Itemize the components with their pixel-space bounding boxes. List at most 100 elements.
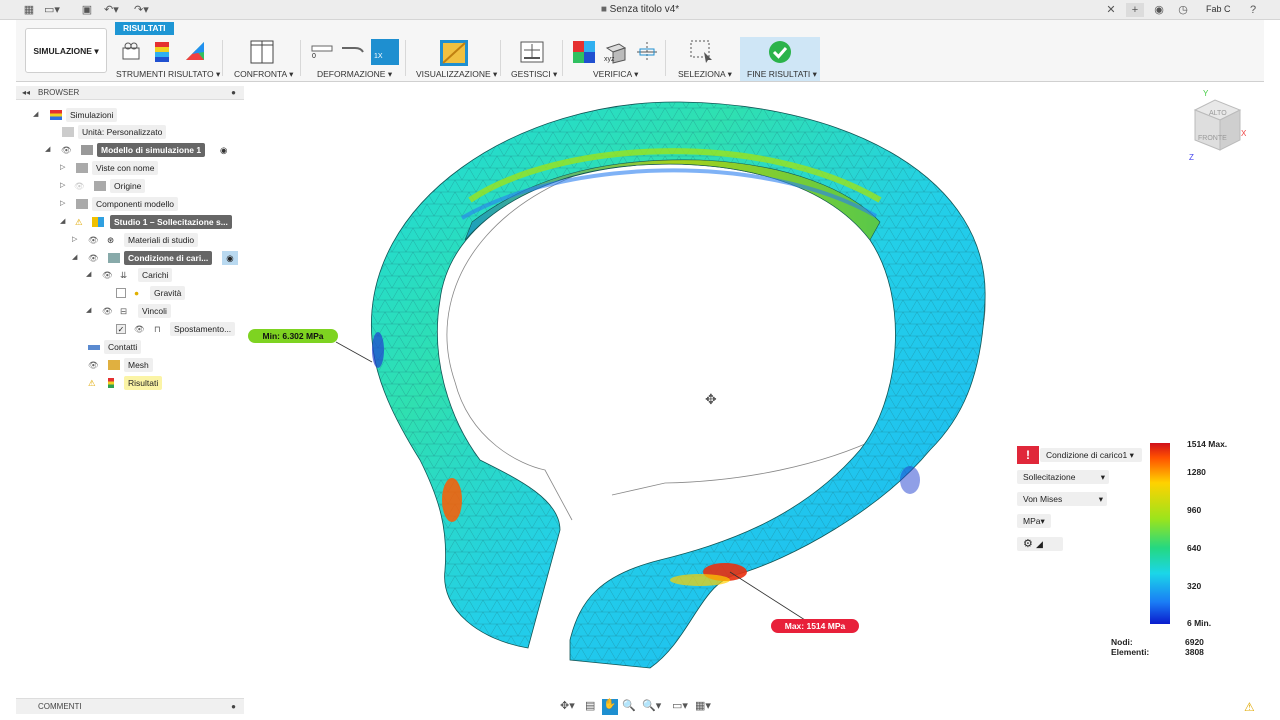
tree-gravita[interactable]: ● Gravità: [114, 286, 186, 300]
surface-plot-icon[interactable]: [184, 40, 208, 64]
tree-spostamento[interactable]: ✓ 👁 ⊓ Spostamento...: [114, 322, 236, 336]
collapsed-arrow-icon[interactable]: ▷: [60, 179, 65, 193]
group-seleziona[interactable]: SELEZIONA ▾: [678, 69, 732, 80]
group-confronta[interactable]: CONFRONTA ▾: [234, 69, 293, 80]
tree-modello[interactable]: ◢ 👁 Modello di simulazione 1 ◉: [45, 143, 227, 157]
checkbox[interactable]: [116, 288, 126, 298]
display-settings-icon[interactable]: ▭▾: [672, 699, 688, 712]
user-name[interactable]: Fab C: [1206, 4, 1231, 14]
grid-settings-icon[interactable]: ▦▾: [695, 699, 711, 712]
close-icon[interactable]: ✕: [1104, 3, 1118, 17]
group-strumenti-risultato[interactable]: STRUMENTI RISULTATO ▾: [116, 69, 220, 80]
tab-risultati[interactable]: RISULTATI: [115, 22, 174, 35]
expand-arrow-icon[interactable]: ◢: [86, 268, 91, 282]
warning-icon[interactable]: ⚠: [1244, 700, 1255, 714]
warning-alert-icon[interactable]: !: [1017, 446, 1039, 464]
group-visualizzazione[interactable]: VISUALIZZAZIONE ▾: [416, 69, 497, 80]
group-gestisci[interactable]: GESTISCI ▾: [511, 69, 557, 80]
pan-icon[interactable]: ✋: [602, 699, 618, 715]
job-status-icon[interactable]: ◉: [1152, 3, 1166, 17]
section-icon[interactable]: [635, 40, 659, 64]
tree-carichi[interactable]: ◢ 👁 ⇊ Carichi: [86, 268, 173, 282]
deform-none-icon[interactable]: [311, 40, 335, 64]
deform-curve-icon[interactable]: [341, 40, 365, 64]
orbit-icon[interactable]: ✥▾: [560, 699, 575, 712]
compare-results-icon[interactable]: [572, 40, 596, 64]
tree-viste[interactable]: ▷ Viste con nome: [58, 161, 159, 175]
tree-vincoli[interactable]: ◢ 👁 ⊟ Vincoli: [86, 304, 171, 318]
select-icon[interactable]: [690, 40, 714, 64]
model-icon: [81, 145, 93, 155]
expand-arrow-icon[interactable]: ◢: [72, 251, 77, 265]
compare-icon[interactable]: [250, 40, 274, 64]
eye-icon[interactable]: 👁: [61, 143, 72, 157]
help-icon[interactable]: ?: [1246, 3, 1260, 17]
eye-icon[interactable]: 👁: [102, 268, 113, 282]
gear-icon[interactable]: ⚙: [1023, 538, 1033, 550]
viewcube[interactable]: ALTO FRONTE Y X Z: [1185, 88, 1250, 163]
pin-icon[interactable]: ●: [231, 699, 236, 715]
legend-options-icon[interactable]: [152, 40, 176, 64]
group-fine-risultati[interactable]: FINE RISULTATI ▾: [747, 69, 817, 80]
eye-icon[interactable]: 👁: [134, 322, 145, 336]
checkbox-checked[interactable]: ✓: [116, 324, 126, 334]
camera-icon[interactable]: [120, 40, 144, 64]
plus-icon[interactable]: +: [1126, 3, 1144, 17]
expand-arrow-icon[interactable]: ◢: [60, 215, 65, 229]
eye-icon[interactable]: 👁: [88, 251, 99, 265]
clock-icon[interactable]: ◷: [1176, 3, 1190, 17]
lock-icon: ⊓: [154, 324, 161, 334]
max-leader-line: [729, 571, 806, 621]
eye-icon[interactable]: 👁: [102, 304, 113, 318]
legend-style-icon[interactable]: ◢: [1036, 539, 1043, 549]
tree-contatti[interactable]: Contatti: [86, 340, 142, 354]
eye-icon[interactable]: 👁: [88, 358, 99, 372]
collapsed-arrow-icon[interactable]: ▷: [60, 161, 65, 175]
separator: [562, 40, 563, 76]
contacts-icon: [88, 345, 100, 350]
tree-materiali[interactable]: ▷ 👁 ⊛ Materiali di studio: [72, 233, 199, 247]
pin-icon[interactable]: ●: [231, 86, 236, 100]
tree-componenti[interactable]: ▷ Componenti modello: [58, 197, 178, 211]
min-callout[interactable]: Min: 6.302 MPa: [248, 329, 338, 343]
manage-icon[interactable]: [520, 40, 544, 64]
tree-condizione[interactable]: ◢ 👁 Condizione di cari... ◉: [72, 251, 238, 265]
look-at-icon[interactable]: ▤: [585, 699, 595, 712]
tree-unita[interactable]: Unità: Personalizzato: [60, 125, 167, 139]
comments-panel[interactable]: COMMENTI ●: [16, 698, 244, 714]
model-viewport[interactable]: ✥: [244, 86, 1264, 696]
tree-risultati[interactable]: ⚠ Risultati: [86, 376, 163, 390]
collapsed-arrow-icon[interactable]: ▷: [60, 197, 65, 211]
legend-settings[interactable]: ⚙ ◢: [1017, 537, 1063, 551]
group-verifica[interactable]: VERIFICA ▾: [593, 69, 638, 80]
color-legend-bar: [1150, 443, 1170, 624]
expand-arrow-icon[interactable]: ◢: [45, 143, 50, 157]
expand-arrow-icon[interactable]: ◢: [86, 304, 91, 318]
collapsed-arrow-icon[interactable]: ▷: [72, 233, 77, 247]
zoom-icon[interactable]: 🔍: [622, 699, 636, 712]
tree-studio[interactable]: ◢ ⚠ Studio 1 – Sollecitazione s...: [58, 215, 232, 229]
tree-simulazioni[interactable]: ◢ Simulazioni: [30, 108, 118, 122]
max-callout[interactable]: Max: 1514 MPa: [771, 619, 859, 633]
radio-active-icon[interactable]: ◉: [222, 251, 238, 265]
result-type-dropdown[interactable]: Sollecitazione ▾: [1017, 470, 1109, 484]
collapse-icon[interactable]: ◂◂: [22, 86, 30, 100]
tree-mesh[interactable]: 👁 Mesh: [86, 358, 153, 372]
tree-origine[interactable]: ▷ 👁 Origine: [58, 179, 146, 193]
browser-header: ◂◂ BROWSER ●: [16, 86, 244, 100]
workspace-switcher[interactable]: SIMULAZIONE ▾: [25, 28, 107, 73]
cube-icon: ■: [600, 4, 607, 15]
visualization-icon[interactable]: [440, 40, 468, 66]
expand-arrow-icon[interactable]: ◢: [33, 108, 38, 122]
document-title: ■ Senza titolo v4*: [600, 4, 680, 15]
deform-scale-button[interactable]: 1X: [371, 39, 399, 65]
radio-active-icon[interactable]: ◉: [220, 143, 227, 157]
load-case-dropdown[interactable]: Condizione di carico1 ▾: [1040, 448, 1142, 462]
component-dropdown[interactable]: Von Mises ▾: [1017, 492, 1107, 506]
svg-text:X: X: [1241, 129, 1247, 138]
eye-icon[interactable]: 👁: [88, 233, 99, 247]
eye-hidden-icon[interactable]: 👁: [74, 179, 85, 193]
unit-dropdown[interactable]: MPa▾: [1017, 514, 1051, 528]
group-deformazione[interactable]: DEFORMAZIONE ▾: [317, 69, 392, 80]
zoom-window-icon[interactable]: 🔍▾: [642, 699, 661, 712]
